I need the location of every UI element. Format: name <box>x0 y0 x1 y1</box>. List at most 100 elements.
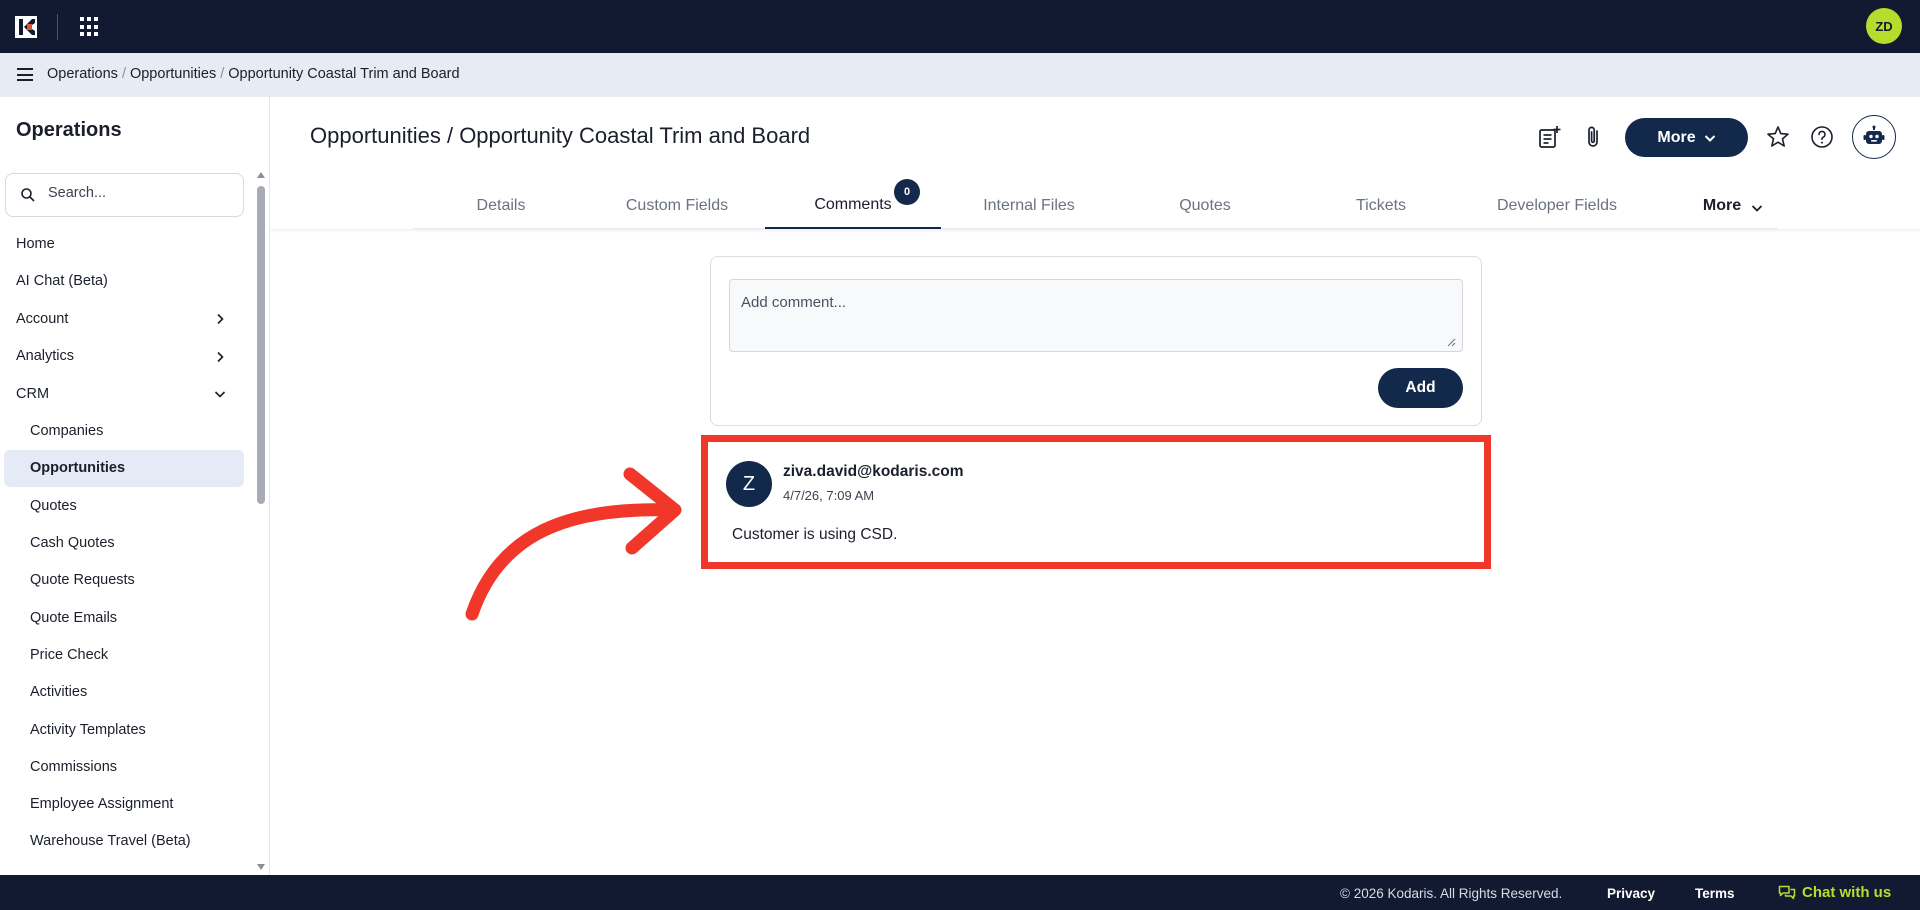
comment-input[interactable] <box>729 279 1463 352</box>
sidebar-item-label: CRM <box>16 385 50 402</box>
tab-comments[interactable]: Comments 0 <box>765 179 941 229</box>
footer-copyright: © 2026 Kodaris. All Rights Reserved. <box>1340 886 1563 901</box>
sidebar-item-quote-requests[interactable]: Quote Requests <box>0 562 250 599</box>
topbar-divider <box>57 14 58 40</box>
sidebar-item-label: Cash Quotes <box>30 535 115 552</box>
sidebar-item-account[interactable]: Account <box>0 300 250 338</box>
sidebar-item-analytics[interactable]: Analytics <box>0 338 250 376</box>
comment-author: ziva.david@kodaris.com <box>783 463 964 480</box>
sidebar-nav: Home AI Chat (Beta) Account Analytics CR… <box>0 225 250 860</box>
tab-custom-fields[interactable]: Custom Fields <box>589 183 765 229</box>
star-icon[interactable] <box>1765 124 1791 150</box>
chevron-right-icon <box>217 351 224 362</box>
sidebar-item-price-check[interactable]: Price Check <box>0 636 250 673</box>
menu-icon[interactable] <box>17 68 33 81</box>
add-note-icon[interactable] <box>1536 124 1562 150</box>
sidebar-search <box>5 173 244 217</box>
sidebar-item-opportunities[interactable]: Opportunities <box>4 449 244 488</box>
chat-icon <box>1778 885 1796 899</box>
footer-terms-link[interactable]: Terms <box>1695 886 1735 901</box>
add-comment-button[interactable]: Add <box>1378 368 1463 408</box>
tab-developer-fields[interactable]: Developer Fields <box>1469 183 1645 229</box>
chevron-right-icon <box>217 313 224 325</box>
search-input[interactable] <box>48 185 228 201</box>
tab-bar: Details Custom Fields Comments 0 Interna… <box>413 179 1778 229</box>
sidebar-item-quotes[interactable]: Quotes <box>0 487 250 524</box>
annotation-arrow <box>465 467 682 621</box>
breadcrumb-separator: / <box>220 66 225 82</box>
sidebar-item-label: Home <box>16 235 55 252</box>
tab-label: Details <box>476 197 526 214</box>
attachment-icon[interactable] <box>1581 124 1607 150</box>
sidebar-scrollbar[interactable] <box>257 186 265 504</box>
sidebar-item-ai-chat[interactable]: AI Chat (Beta) <box>0 263 250 301</box>
sidebar-item-label: Price Check <box>30 646 109 663</box>
sidebar-item-label: Analytics <box>16 348 75 365</box>
sidebar-item-label: Commissions <box>30 758 118 775</box>
tab-label: Quotes <box>1179 197 1231 214</box>
sidebar-item-commissions[interactable]: Commissions <box>0 748 250 785</box>
robot-icon <box>1863 125 1885 144</box>
breadcrumb-item-current: Opportunity Coastal Trim and Board <box>228 66 460 82</box>
sidebar-item-warehouse-travel[interactable]: Warehouse Travel (Beta) <box>0 823 250 860</box>
top-bar <box>0 0 1920 53</box>
sidebar-item-label: Companies <box>30 423 104 440</box>
search-icon <box>21 188 35 202</box>
tab-bar-shadow <box>271 229 1920 233</box>
apps-grid-icon[interactable] <box>80 17 100 37</box>
kodaris-logo[interactable] <box>14 15 38 39</box>
more-button-label: More <box>1657 128 1696 146</box>
tab-label: Tickets <box>1355 197 1407 214</box>
sidebar-item-label: Opportunities <box>30 460 126 477</box>
comment-count-badge: 0 <box>894 179 920 205</box>
tab-label: Developer Fields <box>1496 197 1618 214</box>
comment-timestamp: 4/7/26, 7:09 AM <box>783 488 875 503</box>
sidebar-item-crm[interactable]: CRM <box>0 375 250 413</box>
sidebar-item-quote-emails[interactable]: Quote Emails <box>0 599 250 636</box>
chevron-down-icon <box>214 391 226 398</box>
sidebar: Operations Home AI Chat (Beta) Account A… <box>0 97 270 875</box>
tab-more[interactable]: More <box>1645 183 1821 229</box>
tab-tickets[interactable]: Tickets <box>1293 183 1469 229</box>
sidebar-item-activity-templates[interactable]: Activity Templates <box>0 711 250 748</box>
footer-privacy-link[interactable]: Privacy <box>1607 886 1655 901</box>
sidebar-item-label: Activity Templates <box>30 721 146 738</box>
scroll-up-arrow[interactable] <box>257 172 265 178</box>
breadcrumb: Operations / Opportunities / Opportunity Coa… <box>47 66 460 82</box>
sidebar-item-label: Activities <box>30 684 88 701</box>
tab-details[interactable]: Details <box>413 183 589 229</box>
chevron-down-icon <box>1751 205 1763 212</box>
sidebar-item-employee-assignment[interactable]: Employee Assignment <box>0 785 250 822</box>
sidebar-item-cash-quotes[interactable]: Cash Quotes <box>0 524 250 561</box>
sidebar-item-home[interactable]: Home <box>0 225 250 263</box>
sidebar-item-label: AI Chat (Beta) <box>16 273 108 290</box>
comment-author-avatar: Z <box>726 461 772 507</box>
breadcrumb-item[interactable]: Operations <box>47 66 118 82</box>
chat-label: Chat with us <box>1802 884 1892 901</box>
comment-body: Customer is using CSD. <box>732 526 898 543</box>
help-icon[interactable] <box>1809 124 1835 150</box>
chevron-down-icon <box>1704 134 1715 142</box>
sidebar-item-label: Account <box>16 310 69 327</box>
tab-label: Internal Files <box>983 197 1075 214</box>
sidebar-item-label: Quote Emails <box>30 609 118 626</box>
sidebar-item-activities[interactable]: Activities <box>0 674 250 711</box>
more-actions-button[interactable]: More <box>1625 118 1748 157</box>
sidebar-item-companies[interactable]: Companies <box>0 413 250 450</box>
sidebar-title: Operations <box>16 119 122 141</box>
breadcrumb-separator: / <box>121 66 126 82</box>
footer: © 2026 Kodaris. All Rights Reserved. Pri… <box>0 875 1920 910</box>
breadcrumb-item[interactable]: Opportunities <box>130 66 216 82</box>
tab-quotes[interactable]: Quotes <box>1117 183 1293 229</box>
tab-label: Custom Fields <box>625 197 729 214</box>
tab-internal-files[interactable]: Internal Files <box>941 183 1117 229</box>
tab-label: More <box>1702 197 1742 214</box>
sidebar-item-label: Quotes <box>30 497 77 514</box>
ai-assistant-button[interactable] <box>1852 115 1896 159</box>
sidebar-item-label: Warehouse Travel (Beta) <box>30 833 191 850</box>
comment-form: Add <box>710 256 1482 426</box>
scroll-down-arrow[interactable] <box>257 864 265 870</box>
resize-handle-icon[interactable] <box>1446 337 1456 347</box>
user-avatar[interactable]: ZD <box>1866 8 1902 44</box>
chat-with-us-button[interactable]: Chat with us <box>1778 884 1891 901</box>
